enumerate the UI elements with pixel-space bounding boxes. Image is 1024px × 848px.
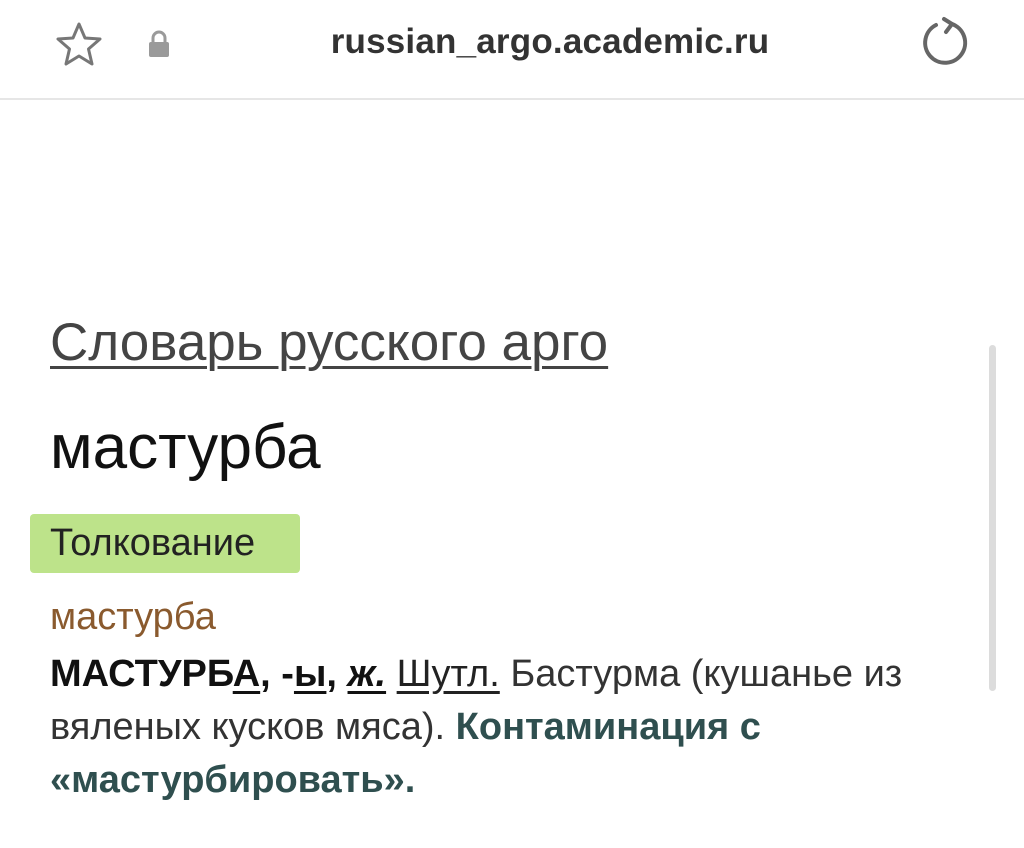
browser-toolbar: russian_argo.academic.ru: [0, 0, 1024, 100]
entry-word: мастурба: [50, 596, 216, 638]
separator: , -: [260, 653, 294, 695]
stress-mark: А: [232, 653, 261, 695]
separator: ,: [326, 653, 348, 695]
gender-link[interactable]: ж.: [348, 653, 387, 695]
style-label-link[interactable]: Шутл.: [397, 653, 500, 695]
dictionary-title-link[interactable]: Словарь русского арго: [50, 312, 608, 373]
definition-headword: МАСТУРБ: [50, 653, 233, 695]
tab-interpretation[interactable]: Толкование: [30, 514, 300, 573]
url-bar[interactable]: russian_argo.academic.ru: [0, 22, 1024, 62]
reload-icon[interactable]: [918, 16, 972, 70]
page-title: мастурба: [50, 413, 321, 482]
definition-text: МАСТУРБА, -ы, ж. Шутл. Бастурма (кушанье…: [50, 648, 990, 807]
separator: [386, 653, 397, 695]
genitive-ending-link[interactable]: ы: [294, 653, 326, 695]
page-scrollbar[interactable]: [989, 345, 996, 691]
